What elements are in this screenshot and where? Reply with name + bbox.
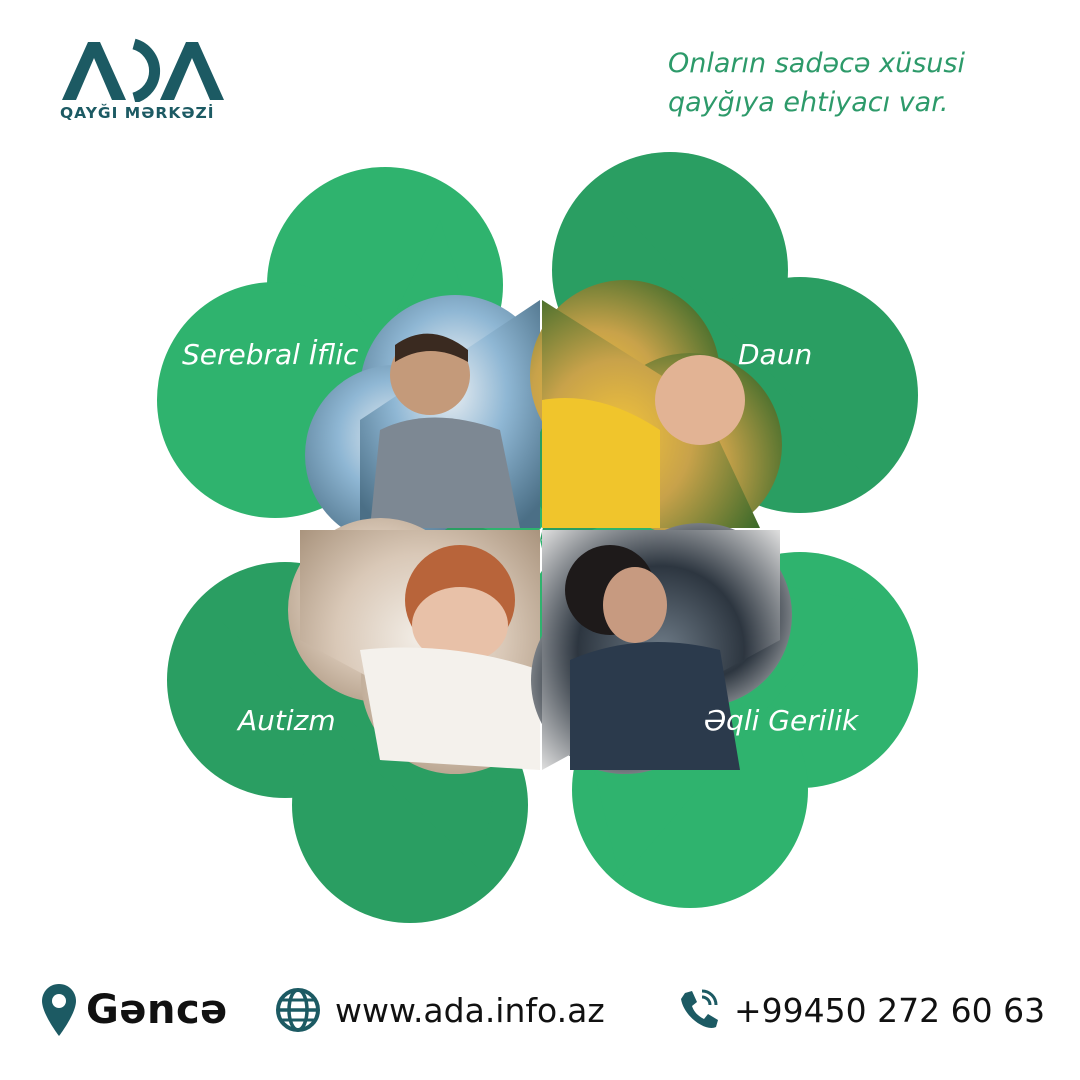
footer-location: Gəncə [40,970,228,1050]
label-serebral-iflic: Serebral İflic [182,338,359,371]
phone-icon [681,989,718,1028]
label-autizm: Autizm [238,704,336,737]
footer-website[interactable]: www.ada.info.az [275,970,605,1050]
location-pin-icon [42,984,76,1036]
footer-city: Gəncə [86,987,228,1033]
footer-website-text[interactable]: www.ada.info.az [335,991,605,1030]
clover-graphic [157,152,918,923]
footer-phone-text[interactable]: +99450 272 60 63 [734,991,1045,1030]
label-aqli-gerilik: Əqli Gerilik [704,704,859,737]
globe-icon [276,988,320,1032]
footer-phone[interactable]: +99450 272 60 63 [676,970,1045,1050]
footer-contact-bar: Gəncə www.ada.info.az +99450 272 60 63 [0,970,1080,1050]
label-daun: Daun [738,338,813,371]
